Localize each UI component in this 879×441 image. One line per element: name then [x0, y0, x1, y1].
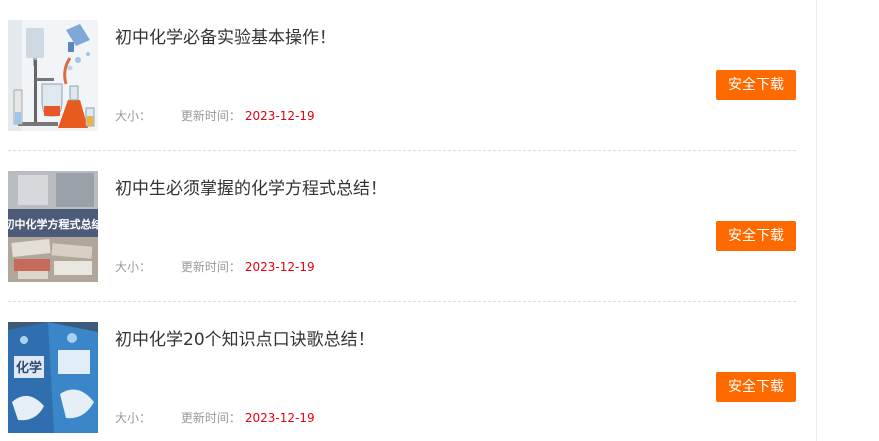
item-title[interactable]: 初中化学必备实验基本操作！	[115, 26, 336, 50]
size-label: 大小：	[115, 109, 152, 123]
thumbnail-chemistry-lab[interactable]	[8, 20, 98, 131]
thumbnail-caption: 化学	[16, 360, 42, 376]
sidebar-divider	[816, 0, 817, 441]
download-button[interactable]: 安全下载	[716, 372, 796, 402]
size-label: 大小：	[115, 411, 152, 425]
updated-date: 2023-12-19	[244, 109, 315, 123]
updated-label: 更新时间：	[180, 109, 241, 123]
chemistry-lab-equipment-icon	[8, 20, 98, 131]
download-button[interactable]: 安全下载	[716, 70, 796, 100]
item-divider	[8, 301, 796, 302]
thumbnail-chemistry-books[interactable]: 初中化学方程式总结	[8, 171, 98, 282]
chemistry-textbooks-icon: 化学	[8, 322, 98, 433]
thumbnail-caption: 初中化学方程式总结	[8, 217, 98, 231]
resource-list: 初中化学必备实验基本操作！ 大小： 更新时间： 2023-12-19 安全下载 初…	[0, 0, 816, 441]
list-item: 化学 初中化学20个知识点口诀歌总结！ 大小： 更新时间： 2023-12-19 …	[8, 322, 796, 433]
chemistry-books-icon: 初中化学方程式总结	[8, 171, 98, 282]
updated-date: 2023-12-19	[244, 411, 315, 425]
item-title[interactable]: 初中生必须掌握的化学方程式总结！	[115, 177, 387, 201]
list-item: 初中化学方程式总结 初中生必须掌握的化学方程式总结！ 大小： 更新时间： 2023…	[8, 171, 796, 282]
list-item: 初中化学必备实验基本操作！ 大小： 更新时间： 2023-12-19 安全下载	[8, 20, 796, 131]
item-divider	[8, 150, 796, 151]
updated-label: 更新时间：	[180, 260, 241, 274]
size-label: 大小：	[115, 260, 152, 274]
thumbnail-chemistry-textbooks[interactable]: 化学	[8, 322, 98, 433]
updated-date: 2023-12-19	[244, 260, 315, 274]
item-meta: 大小： 更新时间： 2023-12-19	[115, 259, 315, 275]
item-meta: 大小： 更新时间： 2023-12-19	[115, 108, 315, 124]
download-button[interactable]: 安全下载	[716, 221, 796, 251]
item-meta: 大小： 更新时间： 2023-12-19	[115, 410, 315, 426]
item-title[interactable]: 初中化学20个知识点口诀歌总结！	[115, 328, 375, 352]
updated-label: 更新时间：	[180, 411, 241, 425]
